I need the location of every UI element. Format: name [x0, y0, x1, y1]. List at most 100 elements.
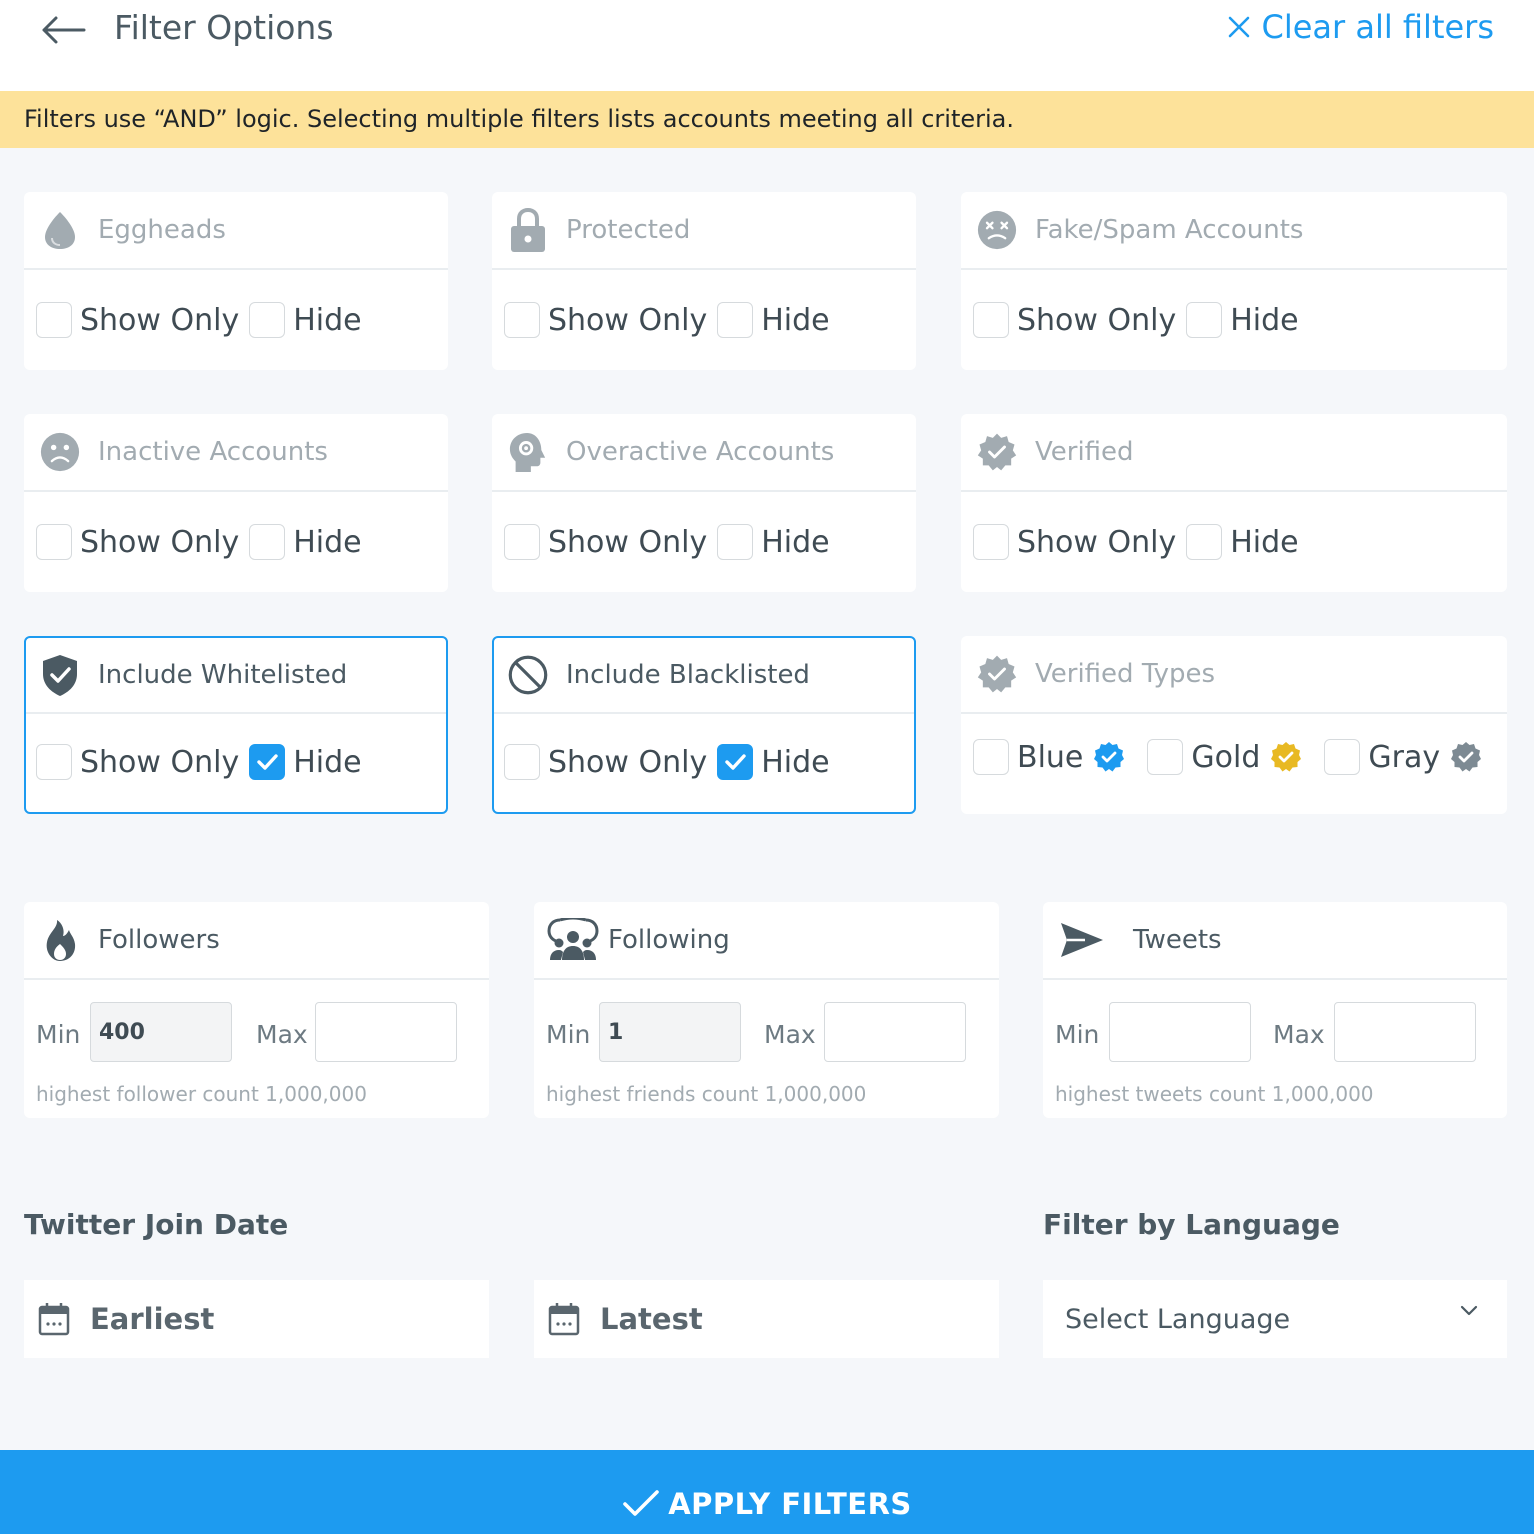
gold-check-badge-icon — [1270, 741, 1302, 773]
hide-checkbox[interactable] — [249, 744, 286, 780]
card-title: Inactive Accounts — [98, 437, 328, 467]
head-gear-icon — [508, 432, 548, 472]
show-only-checkbox[interactable] — [973, 524, 1009, 560]
show-only-label: Show Only — [548, 744, 708, 780]
card-title: Include Blacklisted — [566, 660, 810, 690]
hide-checkbox[interactable] — [1186, 302, 1223, 338]
min-label: Min — [546, 1020, 591, 1049]
gray-verified-checkbox[interactable] — [1324, 739, 1361, 775]
followers-min-input[interactable] — [90, 1002, 232, 1062]
fake-spam-card: Fake/Spam Accounts Show Only Hide — [961, 192, 1507, 370]
gold-verified-checkbox[interactable] — [1147, 739, 1184, 775]
tweets-hint: highest tweets count 1,000,000 — [1055, 1082, 1374, 1106]
hide-label: Hide — [293, 524, 362, 560]
card-title: Following — [608, 925, 730, 955]
show-only-checkbox[interactable] — [36, 302, 72, 338]
followers-hint: highest follower count 1,000,000 — [36, 1082, 367, 1106]
blue-verified-checkbox[interactable] — [973, 739, 1009, 775]
check-icon — [623, 1490, 659, 1516]
hide-label: Hide — [293, 302, 362, 338]
latest-label: Latest — [600, 1302, 703, 1336]
gray-label: Gray — [1368, 739, 1441, 775]
clear-all-label: Clear all filters — [1261, 8, 1494, 46]
overactive-accounts-card: Overactive Accounts Show Only Hide — [492, 414, 916, 592]
max-label: Max — [256, 1020, 308, 1049]
hide-checkbox[interactable] — [1186, 524, 1223, 560]
hide-label: Hide — [1230, 302, 1299, 338]
show-only-checkbox[interactable] — [504, 524, 540, 560]
include-blacklisted-card: Include Blacklisted Show Only Hide — [492, 636, 916, 814]
apply-filters-button[interactable]: APPLY FILTERS — [0, 1450, 1534, 1534]
show-only-label: Show Only — [548, 302, 708, 338]
card-title: Verified — [1035, 437, 1134, 467]
show-only-label: Show Only — [80, 302, 240, 338]
earliest-date-picker[interactable]: Earliest — [24, 1280, 489, 1358]
lock-icon — [508, 207, 548, 252]
close-icon — [1229, 16, 1250, 38]
earliest-label: Earliest — [90, 1302, 215, 1336]
tweets-min-input[interactable] — [1109, 1002, 1251, 1062]
show-only-label: Show Only — [1017, 302, 1177, 338]
hide-checkbox[interactable] — [717, 524, 754, 560]
hide-label: Hide — [761, 302, 830, 338]
followers-card: Followers Min Max highest follower count… — [24, 902, 489, 1118]
min-label: Min — [36, 1020, 81, 1049]
show-only-checkbox[interactable] — [973, 302, 1009, 338]
max-label: Max — [764, 1020, 816, 1049]
egg-icon — [40, 210, 80, 250]
card-title: Protected — [566, 215, 691, 245]
tweets-max-input[interactable] — [1334, 1002, 1476, 1062]
sad-face-icon — [40, 432, 80, 472]
calendar-icon — [548, 1303, 580, 1336]
show-only-checkbox[interactable] — [36, 524, 72, 560]
language-title: Filter by Language — [1043, 1208, 1340, 1241]
language-select-value: Select Language — [1065, 1303, 1291, 1335]
back-arrow-icon[interactable] — [38, 10, 88, 50]
card-title: Fake/Spam Accounts — [1035, 215, 1304, 245]
send-icon — [1059, 920, 1105, 960]
hide-checkbox[interactable] — [717, 302, 754, 338]
protected-card: Protected Show Only Hide — [492, 192, 916, 370]
card-title: Include Whitelisted — [98, 660, 348, 690]
card-title: Eggheads — [98, 215, 226, 245]
show-only-label: Show Only — [548, 524, 708, 560]
show-only-checkbox[interactable] — [36, 744, 72, 780]
card-title: Followers — [98, 925, 220, 955]
language-select[interactable]: Select Language — [1043, 1280, 1507, 1358]
hide-checkbox[interactable] — [249, 524, 286, 560]
gray-check-badge-icon — [1450, 741, 1482, 773]
clear-all-filters-button[interactable]: Clear all filters — [1227, 8, 1494, 46]
join-date-title: Twitter Join Date — [24, 1208, 289, 1241]
min-label: Min — [1055, 1020, 1100, 1049]
eggheads-card: Eggheads Show Only Hide — [24, 192, 448, 370]
followers-max-input[interactable] — [315, 1002, 457, 1062]
verified-badge-icon — [977, 432, 1017, 472]
show-only-checkbox[interactable] — [504, 302, 540, 338]
verified-badge-icon — [977, 654, 1017, 694]
hide-label: Hide — [761, 744, 830, 780]
following-hint: highest friends count 1,000,000 — [546, 1082, 867, 1106]
hide-label: Hide — [761, 524, 830, 560]
show-only-checkbox[interactable] — [504, 744, 540, 780]
blue-check-badge-icon — [1093, 741, 1125, 773]
check-icon — [257, 754, 278, 770]
dizzy-face-icon — [977, 210, 1017, 250]
latest-date-picker[interactable]: Latest — [534, 1280, 999, 1358]
hide-checkbox[interactable] — [717, 744, 754, 780]
include-whitelisted-card: Include Whitelisted Show Only Hide — [24, 636, 448, 814]
flame-icon — [40, 920, 80, 961]
chevron-down-icon — [1459, 1302, 1479, 1321]
following-max-input[interactable] — [824, 1002, 966, 1062]
blue-label: Blue — [1017, 739, 1084, 775]
following-min-input[interactable] — [599, 1002, 741, 1062]
tweets-card: Tweets Min Max highest tweets count 1,00… — [1043, 902, 1507, 1118]
max-label: Max — [1273, 1020, 1325, 1049]
block-icon — [508, 655, 548, 695]
show-only-label: Show Only — [1017, 524, 1177, 560]
check-icon — [725, 754, 746, 770]
following-card: Following Min Max highest friends count … — [534, 902, 999, 1118]
hide-checkbox[interactable] — [249, 302, 286, 338]
gold-label: Gold — [1191, 739, 1261, 775]
inactive-accounts-card: Inactive Accounts Show Only Hide — [24, 414, 448, 592]
calendar-icon — [38, 1303, 70, 1336]
